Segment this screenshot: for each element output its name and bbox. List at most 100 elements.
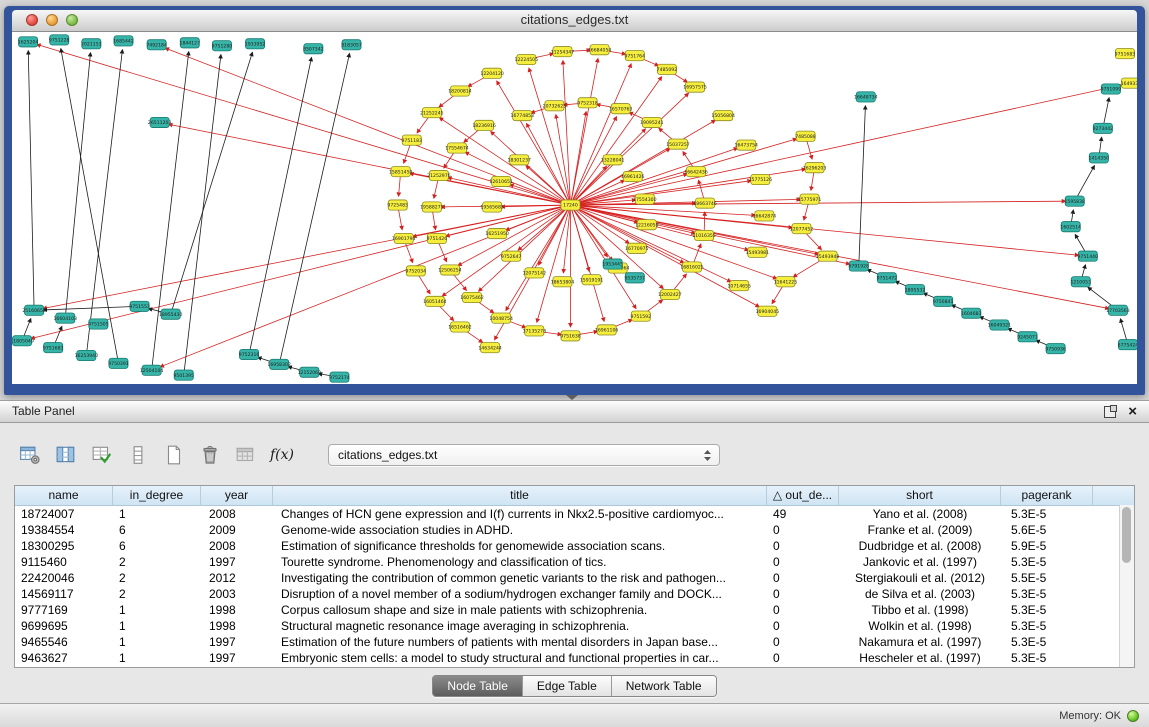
graph-node[interactable]: 12077452 — [790, 224, 814, 234]
graph-node[interactable]: 16642436 — [684, 167, 708, 177]
graph-node[interactable]: 16774853 — [511, 110, 535, 120]
graph-node[interactable]: 9751228 — [49, 35, 70, 45]
graph-node[interactable]: 1625204 — [18, 37, 39, 47]
graph-node[interactable]: 9751505 — [88, 319, 109, 329]
graph-node[interactable]: 16961106 — [595, 325, 619, 335]
graph-node[interactable]: 15775971 — [798, 194, 822, 204]
graph-node[interactable]: 9725483 — [387, 200, 408, 210]
graph-node[interactable]: 7485092 — [657, 64, 678, 74]
graph-node[interactable]: 17135278 — [523, 326, 547, 336]
graph-node[interactable]: 9752174 — [329, 372, 350, 382]
table-row[interactable]: 946554611997Estimation of the future num… — [15, 634, 1134, 650]
graph-node[interactable]: 18955430 — [159, 309, 183, 319]
graph-node[interactable]: 10048754 — [489, 313, 513, 323]
graph-node[interactable]: 26511203 — [148, 117, 172, 127]
graph-node[interactable]: 18301237 — [508, 155, 532, 165]
graph-node[interactable]: 16684054 — [588, 45, 612, 55]
graph-node[interactable]: 9751683 — [1115, 49, 1136, 59]
graph-node[interactable]: 6791928 — [848, 261, 869, 271]
graph-node[interactable]: 18236916 — [472, 120, 496, 130]
graph-node[interactable]: 9751280 — [212, 41, 233, 51]
graph-node[interactable]: 16251950 — [485, 228, 509, 238]
graph-edge[interactable] — [570, 205, 604, 321]
graph-node[interactable]: 6775424 — [1118, 340, 1137, 350]
graph-edge[interactable] — [570, 205, 748, 250]
graph-edge[interactable] — [160, 205, 570, 367]
show-columns-icon[interactable] — [54, 443, 78, 467]
graph-node[interactable]: 1649332 — [1121, 78, 1137, 88]
graph-edge[interactable] — [570, 64, 631, 205]
close-window-button[interactable] — [26, 14, 38, 26]
graph-edge[interactable] — [491, 131, 571, 205]
table-row[interactable]: 2242004622012Investigating the contribut… — [15, 570, 1134, 586]
graph-node[interactable]: 15056804 — [711, 110, 735, 120]
graph-node[interactable]: 12075142 — [523, 268, 547, 278]
graph-node[interactable]: 12152069 — [298, 367, 322, 377]
table-row[interactable]: 969969511998Structural magnetic resonanc… — [15, 618, 1134, 634]
edit-table-icon[interactable] — [90, 443, 114, 467]
graph-node[interactable]: 16901794 — [392, 233, 416, 243]
graph-edge[interactable] — [570, 77, 661, 205]
column-header-year[interactable]: year — [201, 486, 273, 505]
table-options-icon[interactable] — [18, 443, 42, 467]
graph-node[interactable]: 1895532 — [905, 284, 926, 294]
graph-node[interactable]: 1210053 — [1070, 277, 1091, 287]
tab-node-table[interactable]: Node Table — [433, 676, 522, 696]
table-row[interactable]: 977716911998Corpus callosum shape and si… — [15, 602, 1134, 618]
graph-node[interactable]: 9751592 — [631, 311, 652, 321]
function-builder-button[interactable]: f(x) — [270, 443, 294, 467]
graph-node[interactable]: 15919191 — [580, 275, 604, 285]
graph-node[interactable]: 1602514 — [1060, 222, 1081, 232]
memory-status-indicator[interactable] — [1127, 710, 1139, 722]
graph-node[interactable]: 25160650 — [22, 305, 46, 315]
tab-network-table[interactable]: Network Table — [611, 676, 716, 696]
delete-table-icon[interactable] — [198, 443, 222, 467]
graph-node[interactable]: 12504104 — [140, 365, 164, 375]
graph-edge[interactable] — [570, 205, 684, 263]
graph-node[interactable]: 16253940 — [75, 350, 99, 360]
graph-node[interactable]: 11805049 — [12, 336, 34, 346]
graph-node[interactable]: 11016355 — [692, 230, 716, 240]
graph-node[interactable]: 16957575 — [683, 82, 707, 92]
graph-node[interactable]: 1685442 — [113, 36, 134, 46]
graph-node[interactable]: 9751099 — [1101, 84, 1122, 94]
graph-node[interactable]: 7492184 — [146, 40, 167, 50]
graph-node[interactable]: 18653804 — [551, 277, 575, 287]
table-row[interactable]: 1872400712008Changes of HCN gene express… — [15, 506, 1134, 522]
graph-edge[interactable] — [28, 51, 34, 311]
row-selector-icon[interactable] — [126, 443, 150, 467]
graph-node[interactable]: 1953445 — [602, 259, 623, 269]
zoom-window-button[interactable] — [66, 14, 78, 26]
graph-node[interactable]: 12224505 — [515, 54, 539, 64]
graph-node[interactable]: 21252976 — [427, 170, 451, 180]
column-header-short[interactable]: short — [839, 486, 1001, 505]
graph-node[interactable]: 18663746 — [693, 198, 717, 208]
graph-edge[interactable] — [570, 85, 1122, 205]
graph-node[interactable]: 16296203 — [803, 163, 827, 173]
graph-node[interactable]: 1414350 — [1089, 153, 1110, 163]
graph-edge[interactable] — [537, 205, 571, 322]
graph-edge[interactable] — [171, 52, 253, 314]
graph-node[interactable]: 15493948 — [816, 251, 840, 261]
graph-node[interactable]: 16473754 — [735, 140, 759, 150]
graph-node[interactable]: 9535737 — [624, 273, 645, 283]
graph-node[interactable]: 17240 — [561, 200, 580, 210]
graph-node[interactable]: 14634244 — [478, 343, 502, 353]
graph-node[interactable]: 16075462 — [460, 292, 484, 302]
graph-edge[interactable] — [152, 52, 189, 371]
graph-node[interactable]: 19095241 — [640, 117, 664, 127]
graph-node[interactable]: 16570763 — [609, 104, 633, 114]
graph-node[interactable]: 17554674 — [445, 143, 469, 153]
table-row[interactable]: 1938455462009Genome-wide association stu… — [15, 522, 1134, 538]
table-scrollbar[interactable] — [1119, 505, 1134, 667]
graph-node[interactable]: 16051464 — [423, 296, 447, 306]
graph-node[interactable]: 16961426 — [621, 171, 645, 181]
graph-node[interactable]: 9273442 — [1093, 123, 1114, 133]
network-window-titlebar[interactable]: citations_edges.txt — [12, 10, 1137, 32]
graph-node[interactable]: 9750841 — [933, 296, 954, 306]
graph-node[interactable]: 9751183 — [402, 135, 423, 145]
graph-node[interactable]: 9751472 — [877, 273, 898, 283]
graph-node[interactable]: 11254347 — [551, 47, 575, 57]
column-header-in_degree[interactable]: in_degree — [113, 486, 201, 505]
column-header-pagerank[interactable]: pagerank — [1001, 486, 1093, 505]
